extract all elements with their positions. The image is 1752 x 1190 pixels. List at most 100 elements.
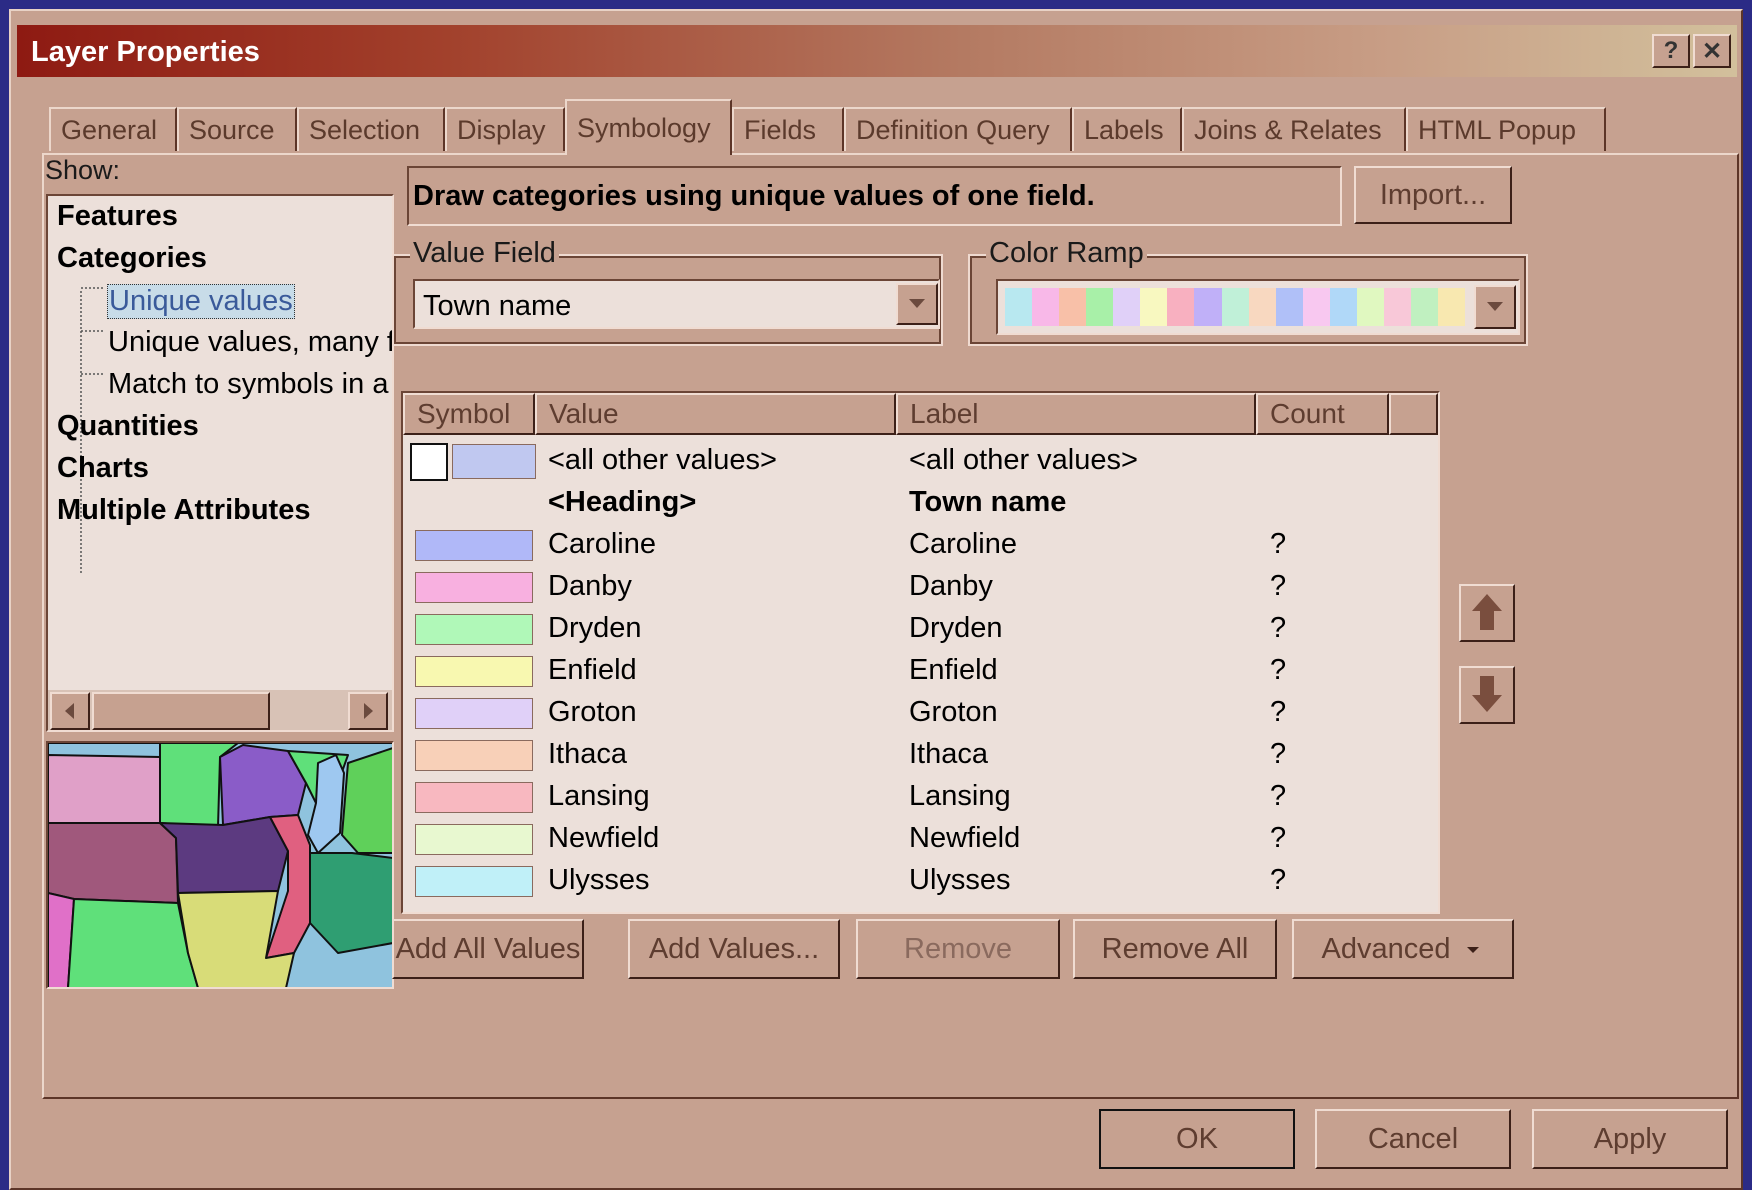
symbol-swatch[interactable] <box>415 698 533 729</box>
tab-general[interactable]: General <box>49 107 177 151</box>
symbol-swatch[interactable] <box>415 656 533 687</box>
tab-source[interactable]: Source <box>177 107 297 151</box>
arrow-up-icon <box>1472 594 1502 630</box>
tree-item-multiple-attributes[interactable]: Multiple Attributes <box>57 494 310 527</box>
ramp-swatch <box>1329 288 1357 326</box>
label-cell[interactable]: Town name <box>909 486 1066 519</box>
symbol-swatch[interactable] <box>415 866 533 897</box>
remove-all-button[interactable]: Remove All <box>1073 919 1277 979</box>
label-cell[interactable]: Enfield <box>909 654 998 687</box>
close-button[interactable]: ✕ <box>1693 34 1731 68</box>
ramp-swatch <box>1410 288 1438 326</box>
column-header-value[interactable]: Value <box>535 393 896 435</box>
ramp-swatch <box>1059 288 1087 326</box>
table-row[interactable]: Caroline Caroline? <box>403 523 1437 565</box>
scroll-thumb[interactable] <box>92 692 270 730</box>
value-field-select[interactable]: Town name <box>413 279 940 329</box>
table-row[interactable]: Lansing Lansing? <box>403 775 1437 817</box>
ramp-swatch <box>1383 288 1411 326</box>
title-bar[interactable]: Layer Properties ? ✕ <box>17 25 1737 77</box>
ok-button[interactable]: OK <box>1099 1109 1295 1169</box>
tree-item-unique-values[interactable]: Unique values <box>107 284 295 319</box>
import-button[interactable]: Import... <box>1354 166 1512 224</box>
tab-display[interactable]: Display <box>445 107 565 151</box>
tab-joins-relates[interactable]: Joins & Relates <box>1182 107 1406 151</box>
table-row[interactable]: <Heading> Town name <box>403 481 1437 523</box>
tab-symbology[interactable]: Symbology <box>565 99 732 155</box>
scroll-left-button[interactable] <box>50 692 90 730</box>
tab-labels[interactable]: Labels <box>1072 107 1182 151</box>
tree-item-match-to-symbols[interactable]: Match to symbols in a style <box>108 368 392 401</box>
show-tree[interactable]: Features Categories Unique values Unique… <box>46 194 394 732</box>
column-header-symbol[interactable]: Symbol <box>403 393 535 435</box>
symbol-swatch[interactable] <box>452 444 536 479</box>
window-title: Layer Properties <box>31 36 260 68</box>
add-all-values-button[interactable]: Add All Values <box>392 919 584 979</box>
table-row[interactable]: Groton Groton? <box>403 691 1437 733</box>
arrow-down-icon <box>1472 676 1502 712</box>
label-cell[interactable]: Lansing <box>909 780 1011 813</box>
label-cell[interactable]: Caroline <box>909 528 1017 561</box>
ramp-swatch <box>1167 288 1195 326</box>
column-header-count[interactable]: Count <box>1256 393 1389 435</box>
tab-html-popup[interactable]: HTML Popup <box>1406 107 1606 151</box>
tab-selection[interactable]: Selection <box>297 107 445 151</box>
symbol-swatch[interactable] <box>415 782 533 813</box>
table-row[interactable]: Dryden Dryden? <box>403 607 1437 649</box>
color-ramp-dropdown-button[interactable] <box>1474 285 1516 329</box>
apply-button[interactable]: Apply <box>1532 1109 1728 1169</box>
label-cell[interactable]: Groton <box>909 696 998 729</box>
label-cell[interactable]: Ithaca <box>909 738 988 771</box>
values-table[interactable]: Symbol Value Label Count <all other valu… <box>401 391 1440 914</box>
cancel-button[interactable]: Cancel <box>1315 1109 1511 1169</box>
ramp-swatch <box>1140 288 1168 326</box>
ramp-swatch <box>1275 288 1303 326</box>
label-cell[interactable]: Ulysses <box>909 864 1011 897</box>
label-cell[interactable]: Danby <box>909 570 993 603</box>
symbol-swatch[interactable] <box>415 530 533 561</box>
tree-item-charts[interactable]: Charts <box>57 452 149 485</box>
ramp-swatch <box>1032 288 1060 326</box>
table-row[interactable]: Enfield Enfield? <box>403 649 1437 691</box>
column-header-label[interactable]: Label <box>896 393 1256 435</box>
count-cell: ? <box>1270 738 1287 770</box>
move-up-button[interactable] <box>1459 584 1515 642</box>
tree-item-quantities[interactable]: Quantities <box>57 410 199 443</box>
table-row[interactable]: Ithaca Ithaca? <box>403 733 1437 775</box>
tab-fields[interactable]: Fields <box>732 107 844 151</box>
symbol-swatch[interactable] <box>415 572 533 603</box>
label-cell[interactable]: <all other values> <box>909 444 1138 477</box>
table-row[interactable]: Newfield Newfield? <box>403 817 1437 859</box>
table-row[interactable]: Ulysses Ulysses? <box>403 859 1437 901</box>
add-values-button[interactable]: Add Values... <box>628 919 840 979</box>
tree-item-categories[interactable]: Categories <box>57 242 207 275</box>
count-cell: ? <box>1270 528 1287 560</box>
tree-item-features[interactable]: Features <box>57 200 178 233</box>
scroll-right-button[interactable] <box>348 692 388 730</box>
color-ramp-select[interactable] <box>996 279 1520 335</box>
advanced-button[interactable]: Advanced <box>1292 919 1514 979</box>
move-down-button[interactable] <box>1459 666 1515 724</box>
label-cell[interactable]: Dryden <box>909 612 1003 645</box>
tree-hscrollbar[interactable] <box>48 690 392 730</box>
table-row[interactable]: Danby Danby? <box>403 565 1437 607</box>
symbol-swatch[interactable] <box>415 614 533 645</box>
value-field-dropdown-button[interactable] <box>896 283 938 325</box>
arrow-left-icon <box>65 703 74 719</box>
remove-button[interactable]: Remove <box>856 919 1060 979</box>
table-row[interactable]: <all other values> <all other values> <box>403 439 1437 481</box>
ramp-swatch <box>1438 288 1466 326</box>
value-cell: Newfield <box>548 822 660 854</box>
tree-item-unique-values-many[interactable]: Unique values, many fields <box>108 326 392 359</box>
close-icon: ✕ <box>1701 37 1723 65</box>
help-button[interactable]: ? <box>1652 34 1690 68</box>
chevron-down-icon <box>909 299 925 308</box>
ramp-swatch <box>1005 288 1033 326</box>
count-cell: ? <box>1270 780 1287 812</box>
tab-definition-query[interactable]: Definition Query <box>844 107 1072 151</box>
symbol-swatch[interactable] <box>415 740 533 771</box>
value-cell: Dryden <box>548 612 642 644</box>
label-cell[interactable]: Newfield <box>909 822 1020 855</box>
layer-properties-dialog: Layer Properties ? ✕ General Source Sele… <box>9 9 1743 1190</box>
symbol-swatch[interactable] <box>415 824 533 855</box>
